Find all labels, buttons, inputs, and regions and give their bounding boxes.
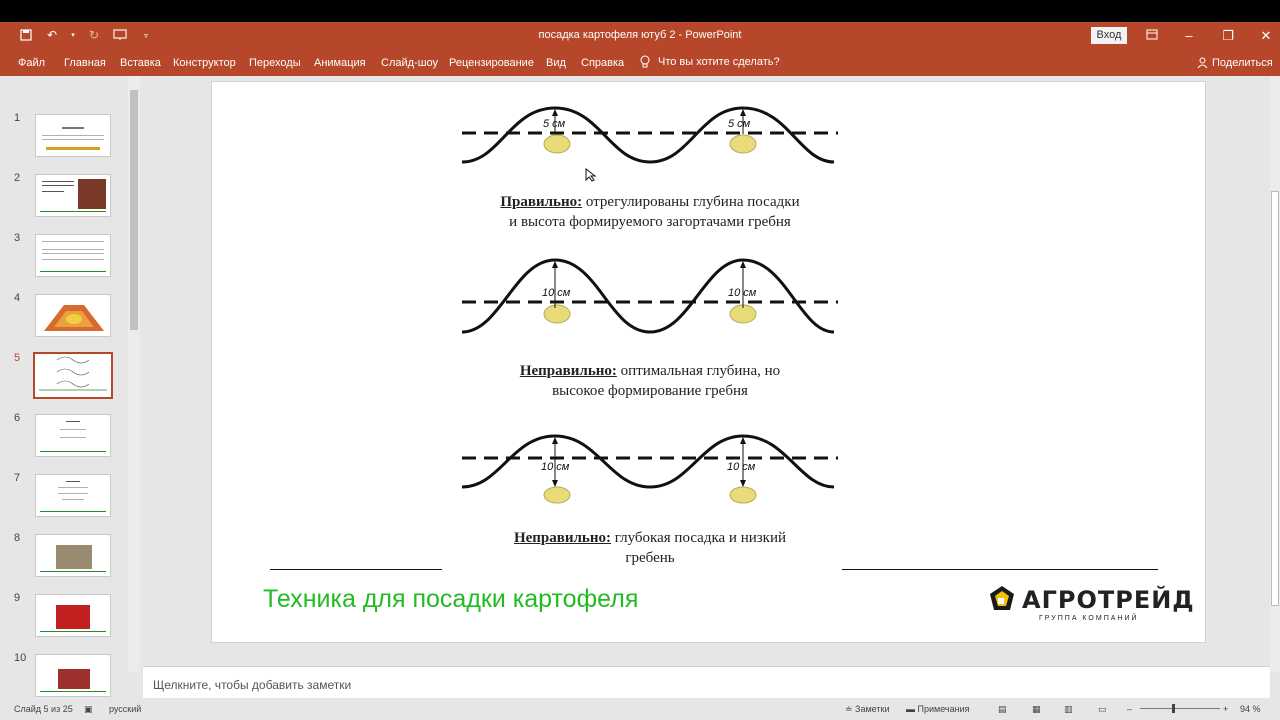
- diagram-deep-planting: 10 см 10 см: [461, 434, 838, 504]
- thumb-number: 7: [14, 472, 21, 484]
- zoom-out-icon[interactable]: –: [1127, 704, 1132, 714]
- comments-toggle-label: Примечания: [917, 704, 970, 714]
- slideshow-view-icon[interactable]: ▭: [1098, 704, 1107, 715]
- diagram-correct: 5 см 5 см: [461, 106, 838, 164]
- caption-deep-bold: Неправильно:: [513, 530, 611, 546]
- thumb-number: 3: [14, 232, 21, 244]
- normal-view-icon[interactable]: ▤: [998, 704, 1007, 715]
- logo-mark-icon: [990, 586, 1014, 610]
- caption-deep-line2: гребень: [625, 550, 675, 566]
- zoom-slider[interactable]: [1140, 708, 1220, 709]
- powerpoint-window: ↶ ▾ ↻ ▿ посадка картофеля ютуб 2 - Power…: [0, 22, 1280, 720]
- caption-high-ridge: Неправильно: оптимальная глубина, но выс…: [470, 361, 830, 401]
- logo-name: АГРОТРЕЙД: [1022, 586, 1195, 614]
- slide-thumbnail-7[interactable]: [35, 474, 111, 517]
- slide-scrollbar[interactable]: [1270, 76, 1280, 672]
- notes-toggle-button[interactable]: ≐ Заметки: [845, 704, 889, 715]
- tab-animations[interactable]: Анимация: [314, 57, 366, 69]
- restore-icon[interactable]: ❐: [1216, 26, 1240, 46]
- thumb-number: 5: [14, 352, 21, 364]
- notes-pane[interactable]: Щелкните, чтобы добавить заметки: [143, 666, 1270, 698]
- caption-high-ridge-line2: высокое формирование гребня: [552, 383, 748, 399]
- caption-deep-planting: Неправильно: глубокая посадка и низкий г…: [470, 528, 830, 568]
- height-label-10cm: 10 см: [542, 287, 571, 299]
- person-icon: [1197, 57, 1208, 69]
- lightbulb-icon: [640, 55, 650, 68]
- caption-correct-bold: Правильно:: [500, 194, 583, 210]
- share-label: Поделиться: [1212, 57, 1273, 69]
- slide-thumbnail-9[interactable]: [35, 594, 111, 637]
- tab-slideshow[interactable]: Слайд-шоу: [381, 57, 438, 69]
- slide-thumbnail-4[interactable]: [35, 294, 111, 337]
- login-button[interactable]: Вход: [1091, 27, 1127, 44]
- tell-me-label: Что вы хотите сделать?: [658, 56, 780, 68]
- caption-high-ridge-line1: оптимальная глубина, но: [616, 363, 781, 379]
- spellcheck-icon[interactable]: ▣: [84, 704, 93, 715]
- ribbon-display-icon[interactable]: [1140, 26, 1164, 46]
- thumb-number: 6: [14, 412, 21, 424]
- minimize-icon[interactable]: –: [1177, 26, 1201, 46]
- thumb-number: 1: [14, 112, 21, 124]
- slide-thumbnail-2[interactable]: [35, 174, 111, 217]
- caption-correct-line1: отрегулированы глубина посадки: [582, 194, 800, 210]
- language-indicator[interactable]: русский: [109, 704, 141, 714]
- slide-thumbnail-6[interactable]: [35, 414, 111, 457]
- slide-thumbnail-3[interactable]: [35, 234, 111, 277]
- logo-subtitle: ГРУППА КОМПАНИЙ: [1039, 615, 1139, 622]
- tab-view[interactable]: Вид: [546, 57, 566, 69]
- caption-correct: Правильно: отрегулированы глубина посадк…: [470, 192, 830, 232]
- zoom-in-icon[interactable]: +: [1223, 704, 1228, 714]
- slide-thumbnail-5[interactable]: [33, 352, 113, 399]
- caption-correct-line2: и высота формируемого загортачами гребня: [509, 214, 791, 230]
- slide-thumbnail-10[interactable]: [35, 654, 111, 697]
- thumbnail-scrollbar[interactable]: [128, 76, 140, 672]
- slide-thumbnail-pane: 1 2 3 4 5 6 7 8 9 10: [0, 76, 143, 697]
- footer-divider-right: [842, 569, 1158, 570]
- document-title: посадка картофеля ютуб 2 - PowerPoint: [538, 29, 742, 41]
- caption-high-ridge-bold: Неправильно:: [519, 363, 617, 379]
- slide-thumbnail-1[interactable]: [35, 114, 111, 157]
- depth-label-5cm: 5 см: [728, 118, 751, 130]
- close-icon[interactable]: ✕: [1254, 26, 1278, 46]
- move-cursor-icon: [585, 168, 597, 182]
- thumb-number: 8: [14, 532, 21, 544]
- notes-placeholder: Щелкните, чтобы добавить заметки: [153, 678, 352, 692]
- tab-help[interactable]: Справка: [581, 57, 624, 69]
- thumb-number: 10: [14, 652, 27, 664]
- comments-toggle-button[interactable]: ▬ Примечания: [906, 704, 969, 714]
- diagram-high-ridge: 10 см 10 см: [461, 258, 838, 334]
- tab-insert[interactable]: Вставка: [120, 57, 161, 69]
- slide-sorter-icon[interactable]: ▦: [1032, 704, 1041, 715]
- slide-editing-area: 5 см 5 см Правильно: отрегулированы глуб…: [143, 76, 1273, 664]
- status-bar: Слайд 5 из 25 ▣ русский ≐ Заметки ▬ Прим…: [0, 698, 1280, 720]
- tab-transitions[interactable]: Переходы: [249, 57, 301, 69]
- thumb-number: 2: [14, 172, 21, 184]
- tab-file[interactable]: Файл: [18, 57, 45, 69]
- depth-label-5cm: 5 см: [543, 118, 566, 130]
- height-label-10cm: 10 см: [728, 287, 757, 299]
- depth-label-10cm: 10 см: [541, 461, 570, 473]
- notes-toggle-label: Заметки: [855, 704, 890, 714]
- agrotrade-logo: АГРОТРЕЙД ГРУППА КОМПАНИЙ: [988, 582, 1194, 626]
- tab-design[interactable]: Конструктор: [173, 57, 236, 69]
- share-button[interactable]: Поделиться: [1197, 57, 1273, 69]
- slide-canvas[interactable]: 5 см 5 см Правильно: отрегулированы глуб…: [211, 81, 1206, 643]
- reading-view-icon[interactable]: ▥: [1064, 704, 1073, 715]
- slide-counter: Слайд 5 из 25: [14, 704, 73, 714]
- tell-me-box[interactable]: Что вы хотите сделать?: [640, 55, 780, 69]
- tab-home[interactable]: Главная: [64, 57, 106, 69]
- slide-thumbnail-8[interactable]: [35, 534, 111, 577]
- ribbon-tabs: Файл Главная Вставка Конструктор Переход…: [0, 50, 1280, 76]
- thumb-number: 9: [14, 592, 21, 604]
- footer-divider-left: [270, 569, 442, 570]
- depth-label-10cm: 10 см: [727, 461, 756, 473]
- caption-deep-line1: глубокая посадка и низкий: [611, 530, 787, 546]
- tab-review[interactable]: Рецензирование: [449, 57, 534, 69]
- title-bar: ↶ ▾ ↻ ▿ посадка картофеля ютуб 2 - Power…: [0, 22, 1280, 50]
- zoom-level[interactable]: 94 %: [1240, 704, 1261, 714]
- footer-title: Техника для посадки картофеля: [263, 585, 639, 613]
- thumb-number: 4: [14, 292, 21, 304]
- zoom-slider-knob[interactable]: [1172, 704, 1175, 713]
